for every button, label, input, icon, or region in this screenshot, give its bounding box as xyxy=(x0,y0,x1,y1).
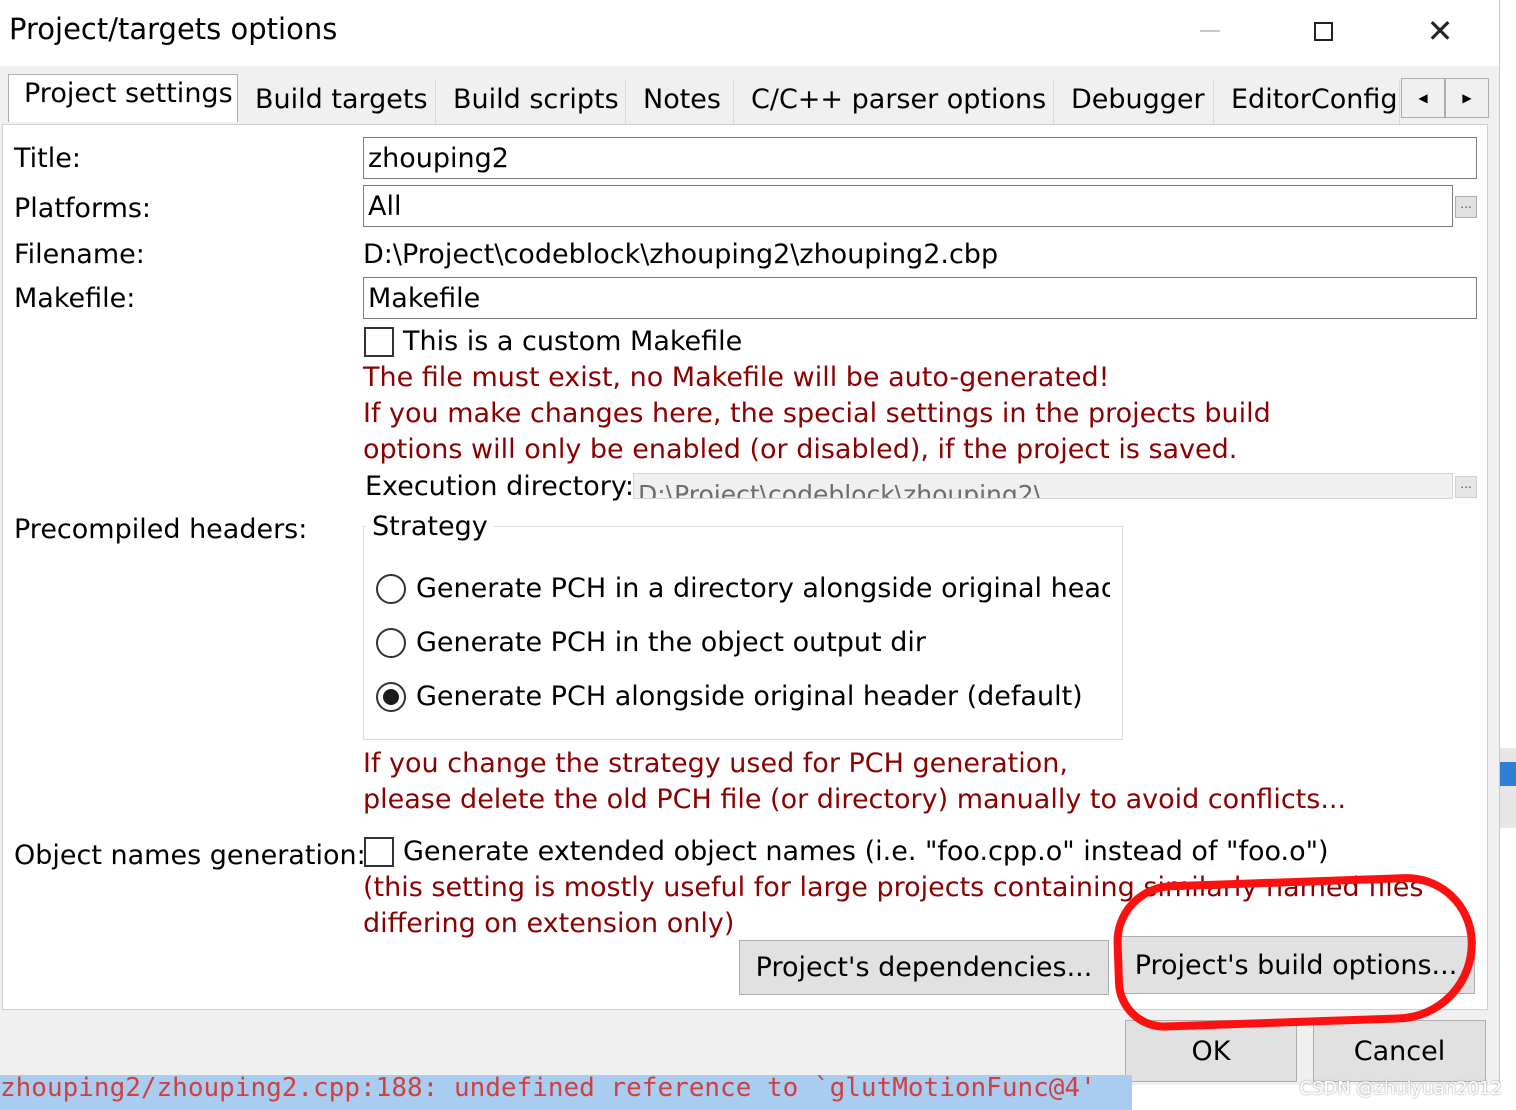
extended-object-names-checkbox[interactable] xyxy=(364,837,394,867)
pch-option-directory-label: Generate PCH in a directory alongside or… xyxy=(416,573,1110,604)
triangle-left-icon: ◀ xyxy=(1418,91,1428,105)
object-names-label: Object names generation: xyxy=(14,840,366,871)
object-names-note-2: differing on extension only) xyxy=(363,908,735,939)
pch-option-alongside-label: Generate PCH alongside original header (… xyxy=(416,681,1083,712)
pch-option-directory-radio[interactable] xyxy=(376,574,406,604)
title-label: Title: xyxy=(14,143,81,174)
maximize-button[interactable] xyxy=(1283,0,1363,62)
tab-label: C/C++ parser options xyxy=(751,84,1047,115)
execution-directory-browse-button[interactable]: ... xyxy=(1455,476,1477,498)
maximize-icon xyxy=(1313,21,1333,41)
pch-warning-1: If you change the strategy used for PCH … xyxy=(363,748,1068,779)
tab-notes[interactable]: Notes xyxy=(628,80,734,124)
makefile-input[interactable]: Makefile xyxy=(363,277,1477,319)
minimize-icon xyxy=(1200,30,1220,32)
makefile-warning-1: The file must exist, no Makefile will be… xyxy=(363,362,1110,393)
watermark: CSDN @zhuiyuan2012 xyxy=(1299,1078,1502,1099)
window-title: Project/targets options xyxy=(9,12,338,46)
title-input[interactable]: zhouping2 xyxy=(363,137,1477,179)
background-scrollbar xyxy=(1500,748,1516,828)
title-input-value: zhouping2 xyxy=(368,142,509,174)
ok-button[interactable]: OK xyxy=(1125,1020,1297,1082)
tab-scroll-left-button[interactable]: ◀ xyxy=(1401,78,1445,118)
custom-makefile-checkbox[interactable] xyxy=(364,327,394,357)
scrollbar-thumb xyxy=(1500,762,1516,786)
pch-warning-2: please delete the old PCH file (or direc… xyxy=(363,784,1347,815)
pch-option-object-dir-label: Generate PCH in the object output dir xyxy=(416,627,926,658)
tab-label: Build targets xyxy=(255,84,428,115)
cancel-button[interactable]: Cancel xyxy=(1313,1020,1486,1082)
execution-directory-label: Execution directory: xyxy=(365,471,634,502)
execution-directory-value: D:\Project\codeblock\zhouping2\ xyxy=(638,480,1043,499)
pch-option-object-dir-radio[interactable] xyxy=(376,628,406,658)
annotation-circle xyxy=(1111,871,1479,1033)
pch-option-alongside-radio[interactable] xyxy=(376,682,406,712)
minimize-button[interactable] xyxy=(1170,0,1250,62)
platforms-browse-button[interactable]: ... xyxy=(1455,196,1477,218)
makefile-input-value: Makefile xyxy=(368,282,481,314)
tab-label: Notes xyxy=(643,84,721,115)
tab-build-scripts[interactable]: Build scripts xyxy=(438,80,626,124)
tab-build-targets[interactable]: Build targets xyxy=(240,80,436,124)
background-code-text: zhouping2/zhouping2.cpp:188: undefined r… xyxy=(0,1075,1096,1103)
project-dependencies-button[interactable]: Project's dependencies... xyxy=(739,940,1109,995)
radio-selected-dot xyxy=(383,689,399,705)
platforms-label: Platforms: xyxy=(14,193,152,224)
tab-label: Debugger xyxy=(1071,84,1205,115)
tab-parser-options[interactable]: C/C++ parser options xyxy=(736,80,1054,124)
background-code-line: zhouping2/zhouping2.cpp:188: undefined r… xyxy=(0,1075,1132,1110)
custom-makefile-label: This is a custom Makefile xyxy=(403,326,743,357)
tab-label: Project settings xyxy=(24,78,233,109)
tab-debugger[interactable]: Debugger xyxy=(1056,80,1214,124)
triangle-right-icon: ▶ xyxy=(1462,91,1472,105)
tab-label: EditorConfig xyxy=(1231,84,1398,115)
tab-project-settings[interactable]: Project settings xyxy=(8,74,238,122)
tab-scroll-right-button[interactable]: ▶ xyxy=(1445,78,1489,118)
filename-label: Filename: xyxy=(14,239,145,270)
filename-value: D:\Project\codeblock\zhouping2\zhouping2… xyxy=(363,239,999,270)
close-button[interactable]: ✕ xyxy=(1400,0,1480,62)
makefile-warning-3: options will only be enabled (or disable… xyxy=(363,434,1238,465)
execution-directory-input[interactable]: D:\Project\codeblock\zhouping2\ xyxy=(633,473,1453,499)
makefile-label: Makefile: xyxy=(14,283,136,314)
tab-strip: Project settings Build targets Build scr… xyxy=(0,72,1499,128)
title-bar: Project/targets options ✕ xyxy=(0,0,1499,66)
tab-label: Build scripts xyxy=(453,84,619,115)
tab-editorconfig[interactable]: EditorConfig xyxy=(1216,80,1400,124)
close-icon: ✕ xyxy=(1426,12,1454,50)
platforms-input-value: All xyxy=(368,190,402,222)
platforms-input[interactable]: All xyxy=(363,185,1453,227)
strategy-title: Strategy xyxy=(366,511,494,542)
extended-object-names-label: Generate extended object names (i.e. "fo… xyxy=(403,836,1329,867)
precompiled-headers-label: Precompiled headers: xyxy=(14,514,308,545)
makefile-warning-2: If you make changes here, the special se… xyxy=(363,398,1271,429)
